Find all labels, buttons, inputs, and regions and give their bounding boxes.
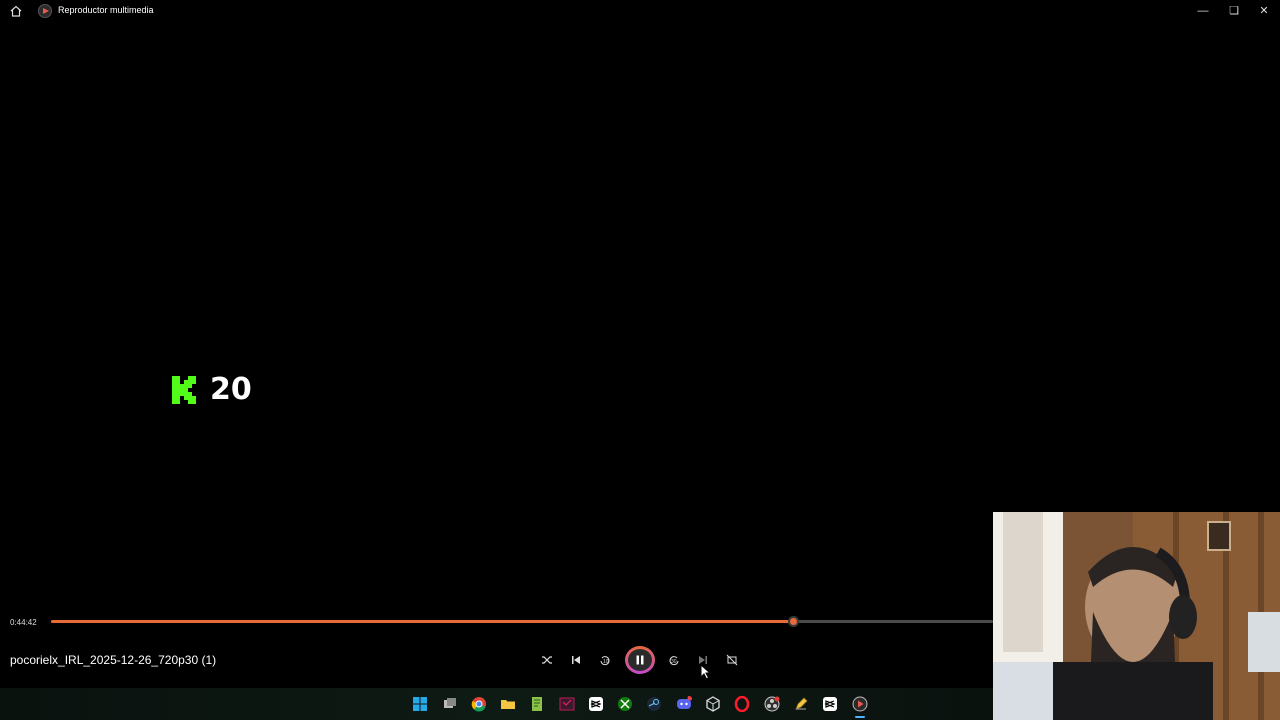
previous-button[interactable] [566, 650, 586, 670]
home-icon[interactable] [9, 4, 23, 18]
xbox-icon[interactable] [617, 696, 633, 712]
webcam-image [993, 512, 1280, 720]
forward-30-button[interactable]: 30 [664, 650, 684, 670]
forward-30-icon: 30 [669, 656, 679, 666]
current-time: 0:44:42 [10, 618, 37, 627]
minimize-icon[interactable]: — [1195, 3, 1211, 19]
window-title: Reproductor multimedia [58, 5, 154, 15]
discord-icon[interactable] [676, 696, 692, 712]
rewind-10-icon: 10 [600, 656, 610, 666]
title-bar: Reproductor multimedia — ❏ ✕ [0, 0, 1280, 22]
terminal-app-icon[interactable] [559, 696, 575, 712]
task-view-icon[interactable] [442, 696, 458, 712]
steam-icon[interactable] [646, 696, 662, 712]
restore-icon[interactable]: ❏ [1226, 3, 1242, 19]
active-app-indicator [855, 716, 865, 718]
file-name: pocorielx_IRL_2025-12-26_720p30 (1) [10, 653, 217, 667]
media-player-icon [38, 4, 52, 18]
unity-icon[interactable] [705, 696, 721, 712]
capcut-icon[interactable] [588, 696, 604, 712]
svg-text:30: 30 [671, 659, 677, 665]
pause-icon [636, 655, 644, 665]
close-icon[interactable]: ✕ [1256, 3, 1272, 19]
shuffle-icon [542, 656, 552, 664]
kick-overlay-text: 20 [210, 372, 252, 407]
rewind-10-button[interactable]: 10 [595, 650, 615, 670]
file-explorer-icon[interactable] [500, 696, 516, 712]
seek-thumb[interactable] [788, 616, 800, 627]
seek-progress [51, 620, 794, 623]
opera-gx-icon[interactable] [734, 696, 750, 712]
kick-overlay: 20 [170, 372, 252, 407]
obs-icon[interactable] [764, 696, 780, 712]
media-player-icon[interactable] [852, 696, 868, 712]
player-controls: 0:44:42 pocorielx_IRL_2025-12-26_720p30 … [0, 610, 993, 688]
mouse-cursor-icon [700, 664, 712, 680]
taskbar [0, 688, 993, 720]
pause-button[interactable] [625, 646, 655, 674]
shuffle-button[interactable] [537, 650, 557, 670]
kick-logo-icon [172, 375, 196, 404]
chrome-icon[interactable] [471, 696, 487, 712]
capcut-icon[interactable] [822, 696, 838, 712]
windows-start-icon[interactable] [412, 696, 428, 712]
pencil-app-icon[interactable] [793, 696, 809, 712]
seek-bar[interactable] [51, 616, 993, 627]
skip-previous-icon [572, 656, 580, 664]
repeat-button[interactable] [722, 650, 742, 670]
webcam-overlay [993, 512, 1280, 720]
notepad-plus-icon[interactable] [529, 696, 545, 712]
svg-text:10: 10 [603, 659, 609, 665]
repeat-off-icon [726, 654, 738, 666]
